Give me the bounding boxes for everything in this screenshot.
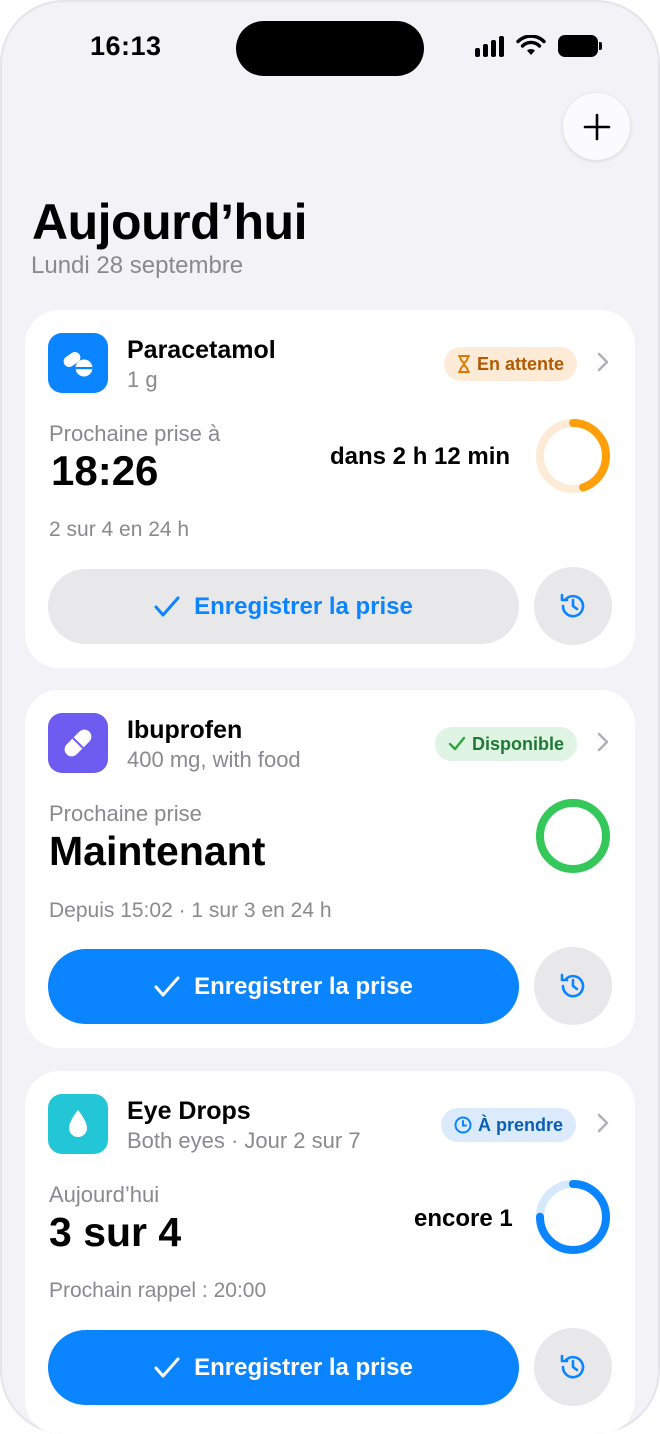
status-badge: En attente: [444, 347, 578, 381]
log-dose-label: Enregistrer la prise: [194, 592, 413, 620]
log-dose-label: Enregistrer la prise: [194, 1353, 413, 1381]
status-badge-label: Disponible: [472, 733, 565, 754]
clock-icon: [454, 1116, 472, 1134]
progress-ring: [536, 419, 610, 493]
status-time: 16:13: [90, 31, 162, 61]
status-badge: Disponible: [435, 727, 578, 761]
plus-icon: [583, 113, 610, 140]
cellular-signal-icon: [475, 35, 504, 57]
checkmark-icon: [154, 1357, 180, 1377]
medication-card-ibuprofen[interactable]: Ibuprofen 400 mg, with food Disponible P…: [25, 690, 635, 1048]
dose-count: Depuis 15:02 · 1 sur 3 en 24 h: [49, 899, 332, 922]
history-button[interactable]: [534, 947, 612, 1025]
log-dose-label: Enregistrer la prise: [194, 972, 413, 1000]
log-dose-button[interactable]: Enregistrer la prise: [48, 1330, 519, 1405]
medication-card-paracetamol[interactable]: Paracetamol 1 g En attente Prochaine pri…: [25, 310, 635, 668]
checkmark-icon: [154, 976, 180, 996]
next-dose-label: Prochaine prise: [49, 801, 202, 826]
page-date: Lundi 28 septembre: [31, 252, 244, 279]
progress-ring: [536, 1180, 610, 1254]
medication-dose: 400 mg, with food: [127, 747, 301, 772]
checkmark-icon: [154, 596, 180, 616]
log-dose-button[interactable]: Enregistrer la prise: [48, 569, 519, 644]
battery-icon: [558, 35, 602, 57]
next-dose-label: Prochaine prise à: [49, 421, 221, 446]
status-icons: [475, 35, 602, 57]
chevron-right-icon[interactable]: [597, 352, 609, 372]
wifi-icon: [516, 35, 546, 55]
drop-icon: [48, 1094, 108, 1154]
medication-dose: 1 g: [127, 367, 158, 392]
medication-dose: Both eyes · Jour 2 sur 7: [127, 1128, 361, 1153]
medication-card-eye-drops[interactable]: Eye Drops Both eyes · Jour 2 sur 7 À pre…: [25, 1071, 635, 1434]
medication-name: Eye Drops: [127, 1097, 251, 1125]
add-medication-button[interactable]: [563, 93, 630, 160]
remaining-text: encore 1: [414, 1205, 513, 1232]
dose-count: 2 sur 4 en 24 h: [49, 518, 190, 541]
log-dose-button[interactable]: Enregistrer la prise: [48, 949, 519, 1024]
phone-screen: 16:13 Aujourd’hui Lundi 28 septembre Par…: [0, 0, 660, 1434]
today-count: 3 sur 4: [49, 1209, 182, 1255]
chevron-right-icon[interactable]: [597, 732, 609, 752]
medication-name: Ibuprofen: [127, 716, 243, 744]
next-dose-time: 18:26: [51, 447, 159, 494]
chevron-right-icon[interactable]: [597, 1113, 609, 1133]
status-badge-label: À prendre: [478, 1114, 564, 1135]
next-reminder: Prochain rappel : 20:00: [49, 1279, 267, 1302]
history-button[interactable]: [534, 567, 612, 645]
status-badge: À prendre: [441, 1108, 577, 1142]
next-dose-value: Maintenant: [49, 828, 266, 874]
capsule-icon: [48, 713, 108, 773]
status-badge-label: En attente: [477, 353, 565, 374]
check-icon: [448, 736, 466, 751]
history-icon: [560, 593, 585, 618]
history-button[interactable]: [534, 1328, 612, 1406]
pills-icon: [48, 333, 108, 393]
history-icon: [560, 1354, 585, 1379]
page-title: Aujourd’hui: [32, 194, 308, 250]
countdown-text: dans 2 h 12 min: [330, 443, 511, 470]
hourglass-icon: [458, 355, 470, 373]
history-icon: [560, 973, 585, 998]
medication-name: Paracetamol: [127, 336, 276, 364]
progress-ring: [536, 799, 610, 873]
today-label: Aujourd’hui: [49, 1182, 160, 1207]
dynamic-island: [236, 21, 424, 76]
